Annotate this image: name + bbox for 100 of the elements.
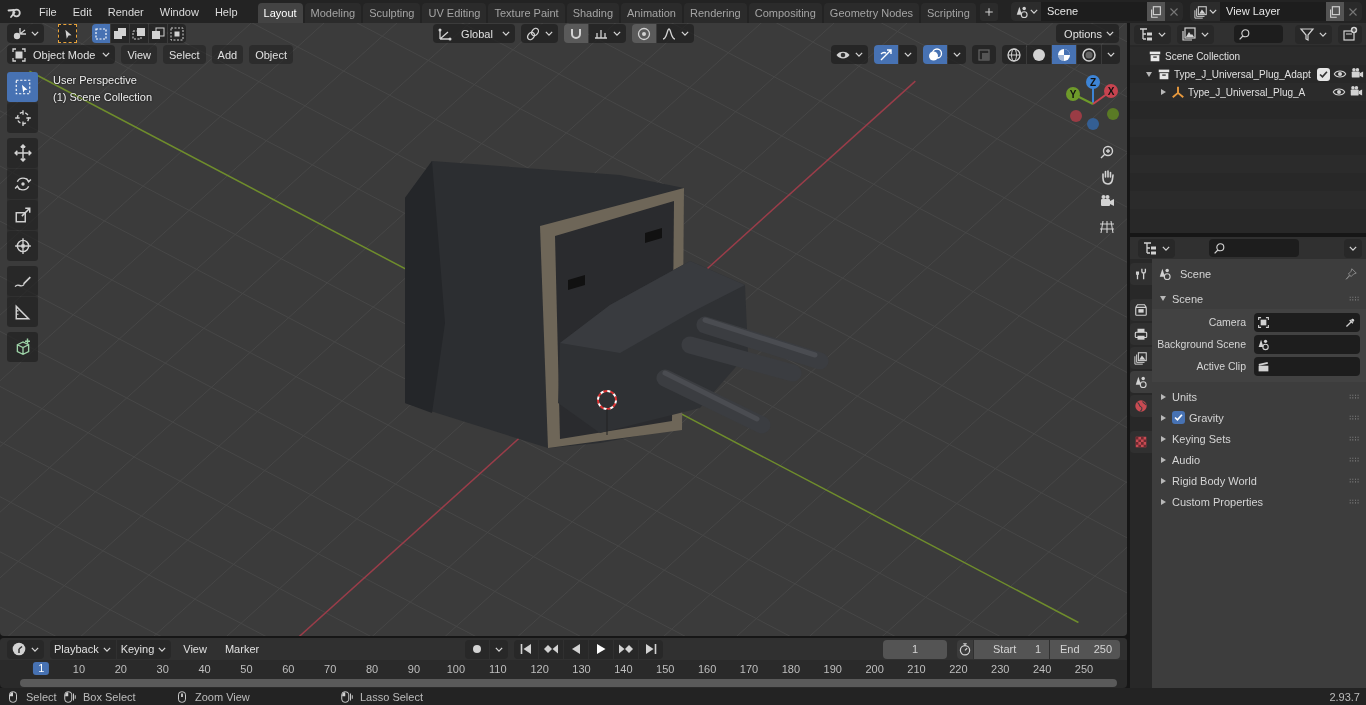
- editor-type-button[interactable]: [7, 639, 44, 659]
- shading-menu-button[interactable]: [1102, 45, 1120, 64]
- menu-item[interactable]: Marker: [218, 639, 266, 659]
- menu-item[interactable]: Render: [99, 1, 152, 22]
- outliner-item[interactable]: Type_J_Universal_Plug_Adapt: [1174, 68, 1311, 80]
- display-mode-button[interactable]: [1134, 24, 1171, 44]
- workspace-tab[interactable]: Animation: [621, 3, 682, 23]
- menu-item[interactable]: View: [177, 639, 213, 659]
- properties-tab[interactable]: [1130, 299, 1152, 321]
- mode-dropdown[interactable]: Object Mode: [7, 45, 116, 64]
- close-button[interactable]: [1165, 2, 1183, 21]
- workspace-tab[interactable]: Scripting: [921, 3, 976, 23]
- overlays-menu-button[interactable]: [948, 45, 966, 64]
- menu-item[interactable]: View: [121, 45, 158, 64]
- visibility-button[interactable]: [831, 45, 868, 64]
- axis-handle[interactable]: Z: [1086, 75, 1100, 105]
- value-field[interactable]: [1254, 335, 1360, 354]
- preview-range-button[interactable]: [957, 639, 973, 659]
- menu-item[interactable]: File: [31, 1, 65, 22]
- negative-axis-handle[interactable]: [1107, 108, 1119, 120]
- panel-header[interactable]: Units: [1152, 386, 1366, 407]
- workspace-tab[interactable]: Shading: [566, 3, 620, 23]
- shading-mode-button[interactable]: [1002, 45, 1026, 64]
- tool-settings-button[interactable]: [58, 24, 77, 43]
- gizmo-toggle[interactable]: [874, 45, 898, 64]
- properties-tab[interactable]: [1130, 347, 1152, 369]
- exclude-checkbox[interactable]: [1316, 67, 1330, 81]
- workspace-tab[interactable]: Modeling: [304, 3, 362, 23]
- shading-mode-button[interactable]: [1052, 45, 1076, 64]
- menu-item[interactable]: Object: [249, 45, 293, 64]
- snap-toggle[interactable]: [564, 24, 588, 43]
- timeline-scrollbar[interactable]: [20, 679, 1117, 687]
- filter-button[interactable]: [1295, 24, 1332, 44]
- jump-start-button[interactable]: [513, 639, 538, 659]
- add-workspace-button[interactable]: [979, 2, 998, 21]
- negative-axis-handle[interactable]: [1087, 118, 1099, 130]
- scene-selector-button[interactable]: [1011, 2, 1041, 21]
- value-field[interactable]: [1254, 313, 1360, 332]
- panel-header[interactable]: Audio: [1152, 449, 1366, 470]
- tool-button[interactable]: [7, 332, 38, 362]
- menu-dropdown[interactable]: Keying: [116, 639, 172, 659]
- menu-item[interactable]: Edit: [64, 1, 100, 22]
- transform-orientation-dropdown[interactable]: Global: [433, 24, 515, 43]
- gizmo-menu-button[interactable]: [899, 45, 917, 64]
- negative-axis-handle[interactable]: [1070, 110, 1082, 122]
- properties-tab[interactable]: [1130, 263, 1152, 285]
- play-reverse-button[interactable]: [563, 639, 588, 659]
- value-field[interactable]: [1254, 357, 1360, 376]
- view-layer-button[interactable]: [1177, 24, 1214, 44]
- panel-header[interactable]: Rigid Body World: [1152, 470, 1366, 491]
- panel-checkbox[interactable]: [1172, 411, 1185, 424]
- workspace-tab[interactable]: Texture Paint: [488, 3, 565, 23]
- tool-button[interactable]: [7, 169, 38, 199]
- pivot-point-button[interactable]: [521, 24, 558, 43]
- snap-target-button[interactable]: [589, 24, 626, 43]
- overlays-toggle[interactable]: [923, 45, 947, 64]
- shading-mode-button[interactable]: [1077, 45, 1101, 64]
- search-field[interactable]: [1209, 239, 1299, 257]
- properties-tab[interactable]: [1130, 323, 1152, 345]
- editor-type-button[interactable]: [7, 24, 44, 43]
- navigation-gizmo[interactable]: Z Y X: [1062, 72, 1124, 132]
- copy-button[interactable]: [1326, 2, 1344, 21]
- select-mode-button[interactable]: [111, 24, 129, 43]
- previous-keyframe-button[interactable]: [538, 639, 563, 659]
- view-layer-selector-button[interactable]: [1190, 2, 1220, 21]
- menu-item[interactable]: Help: [206, 1, 246, 22]
- shading-mode-button[interactable]: [1027, 45, 1051, 64]
- jump-end-button[interactable]: [638, 639, 663, 659]
- panel-header[interactable]: Custom Properties: [1152, 491, 1366, 512]
- start-frame-field[interactable]: Start 1: [974, 639, 1049, 659]
- workspace-tab[interactable]: Sculpting: [363, 3, 421, 23]
- workspace-tab[interactable]: Rendering: [683, 3, 747, 23]
- tool-button[interactable]: [7, 266, 38, 296]
- outliner-item[interactable]: Type_J_Universal_Plug_A: [1188, 86, 1306, 98]
- tool-button[interactable]: [7, 231, 38, 261]
- workspace-tab[interactable]: UV Editing: [422, 3, 487, 23]
- workspace-tab[interactable]: Geometry Nodes: [823, 3, 919, 23]
- panel-header[interactable]: Scene: [1152, 288, 1366, 309]
- axis-handle[interactable]: Y: [1066, 87, 1094, 105]
- menu-item[interactable]: Select: [163, 45, 206, 64]
- menu-dropdown[interactable]: Playback: [50, 639, 116, 659]
- select-mode-button[interactable]: [130, 24, 148, 43]
- copy-button[interactable]: [1147, 2, 1165, 21]
- close-button[interactable]: [1344, 2, 1362, 21]
- outliner-item[interactable]: Scene Collection: [1165, 50, 1241, 62]
- options-dropdown[interactable]: [1344, 238, 1362, 258]
- play-button[interactable]: [588, 639, 613, 659]
- options-button[interactable]: Options: [1056, 24, 1119, 43]
- xray-toggle[interactable]: [972, 45, 996, 64]
- next-keyframe-button[interactable]: [613, 639, 638, 659]
- workspace-tab[interactable]: Layout: [257, 3, 303, 23]
- panel-header[interactable]: Keying Sets: [1152, 428, 1366, 449]
- menu-item[interactable]: Add: [211, 45, 244, 64]
- properties-tab[interactable]: [1130, 371, 1152, 393]
- select-mode-button[interactable]: [168, 24, 186, 43]
- end-frame-field[interactable]: End 250: [1050, 639, 1120, 659]
- editor-type-button[interactable]: [1138, 238, 1175, 258]
- tool-button[interactable]: [7, 103, 38, 133]
- search-field[interactable]: [1234, 25, 1283, 43]
- falloff-button[interactable]: [657, 24, 694, 43]
